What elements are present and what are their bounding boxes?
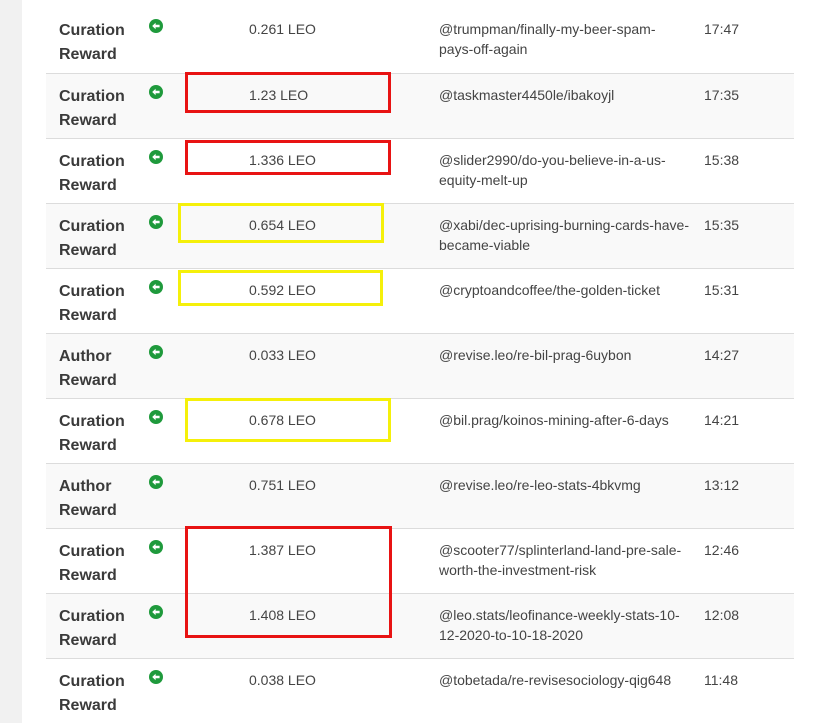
transaction-type-line2: Reward [59,46,117,63]
amount: 0.261 LEO [249,21,316,37]
transaction-type-line1: Curation [59,88,125,105]
memo-link[interactable]: @tobetada/re-revisesociology-qig648 [439,670,689,690]
table-row: Curation Reward 1.387 LEO @scooter77/splint… [46,528,794,593]
transaction-type: Curation Reward [59,410,144,458]
memo-link[interactable]: @revise.leo/re-leo-stats-4bkvmg [439,475,689,495]
transaction-type-line2: Reward [59,632,117,649]
arrow-left-circle-icon [149,215,163,229]
transaction-type-line2: Reward [59,307,117,324]
transaction-type-line1: Author [59,348,112,365]
table-row: Author Reward 0.751 LEO @revise.leo/re-leo-… [46,463,794,528]
memo-link[interactable]: @slider2990/do-you-believe-in-a-us-equit… [439,150,689,190]
transaction-type: Author Reward [59,345,144,393]
transaction-type-line2: Reward [59,502,117,519]
memo-link[interactable]: @bil.prag/koinos-mining-after-6-days [439,410,689,430]
timestamp: 17:47 [704,21,740,37]
arrow-left-circle-icon [149,85,163,99]
transaction-type: Curation Reward [59,85,144,133]
arrow-left-circle-icon [149,345,163,359]
timestamp: 17:35 [704,87,740,103]
memo-link[interactable]: @taskmaster4450le/ibakoyjl [439,85,689,105]
transaction-type-line2: Reward [59,437,117,454]
transaction-type-line2: Reward [59,567,117,584]
amount: 1.336 LEO [249,152,316,168]
table-row: Curation Reward 1.23 LEO @taskmaster4450le/… [46,73,794,138]
amount: 0.592 LEO [249,282,316,298]
timestamp: 15:31 [704,282,740,298]
timestamp: 12:08 [704,607,740,623]
timestamp: 14:21 [704,412,740,428]
timestamp: 15:35 [704,217,740,233]
table-row: Curation Reward 0.654 LEO @xabi/dec-uprisin… [46,203,794,268]
arrow-left-circle-icon [149,280,163,294]
transaction-type-line2: Reward [59,242,117,259]
transaction-type-line1: Curation [59,413,125,430]
transaction-type: Curation Reward [59,605,144,653]
transaction-type: Curation Reward [59,280,144,328]
transaction-type: Curation Reward [59,19,144,67]
transaction-type-line2: Reward [59,697,117,714]
arrow-left-circle-icon [149,605,163,619]
arrow-left-circle-icon [149,410,163,424]
transaction-type: Author Reward [59,475,144,523]
arrow-left-circle-icon [149,150,163,164]
table-row: Curation Reward 1.336 LEO @slider2990/do-yo… [46,138,794,203]
table-row: Author Reward 0.033 LEO @revise.leo/re-bil-… [46,333,794,398]
transaction-type: Curation Reward [59,215,144,263]
transaction-type-line2: Reward [59,112,117,129]
transaction-type-line2: Reward [59,372,117,389]
transaction-type: Curation Reward [59,670,144,718]
transaction-type-line1: Curation [59,22,125,39]
page-panel: Curation Reward 0.261 LEO @trumpman/finally… [22,0,818,723]
arrow-left-circle-icon [149,670,163,684]
table-row: Curation Reward 0.678 LEO @bil.prag/koinos-… [46,398,794,463]
transaction-type-line1: Author [59,478,112,495]
arrow-left-circle-icon [149,475,163,489]
table-row: Curation Reward 1.408 LEO @leo.stats/leofin… [46,593,794,658]
arrow-left-circle-icon [149,540,163,554]
memo-link[interactable]: @scooter77/splinterland-land-pre-sale-wo… [439,540,689,580]
amount: 0.654 LEO [249,217,316,233]
table-row: Curation Reward 0.038 LEO @tobetada/re-revi… [46,658,794,723]
timestamp: 15:38 [704,152,740,168]
transaction-type-line1: Curation [59,543,125,560]
memo-link[interactable]: @leo.stats/leofinance-weekly-stats-10-12… [439,605,689,645]
transaction-history-table: Curation Reward 0.261 LEO @trumpman/finally… [46,8,794,723]
memo-link[interactable]: @trumpman/finally-my-beer-spam-pays-off-… [439,19,689,59]
memo-link[interactable]: @revise.leo/re-bil-prag-6uybon [439,345,689,365]
transaction-type-line1: Curation [59,153,125,170]
transaction-type-line1: Curation [59,608,125,625]
amount: 1.23 LEO [249,87,309,103]
timestamp: 14:27 [704,347,740,363]
transaction-type: Curation Reward [59,150,144,198]
memo-link[interactable]: @cryptoandcoffee/the-golden-ticket [439,280,689,300]
memo-link[interactable]: @xabi/dec-uprising-burning-cards-have-be… [439,215,689,255]
amount: 0.033 LEO [249,347,316,363]
timestamp: 11:48 [704,672,738,688]
amount: 1.387 LEO [249,542,316,558]
amount: 0.751 LEO [249,477,316,493]
transaction-type-line1: Curation [59,673,125,690]
amount: 1.408 LEO [249,607,316,623]
timestamp: 13:12 [704,477,740,493]
timestamp: 12:46 [704,542,740,558]
arrow-left-circle-icon [149,19,163,33]
transaction-type: Curation Reward [59,540,144,588]
amount: 0.678 LEO [249,412,316,428]
table-row: Curation Reward 0.261 LEO @trumpman/finally… [46,8,794,73]
transaction-type-line1: Curation [59,283,125,300]
amount: 0.038 LEO [249,672,316,688]
table-row: Curation Reward 0.592 LEO @cryptoandcoffee/… [46,268,794,333]
transaction-type-line2: Reward [59,177,117,194]
transaction-type-line1: Curation [59,218,125,235]
